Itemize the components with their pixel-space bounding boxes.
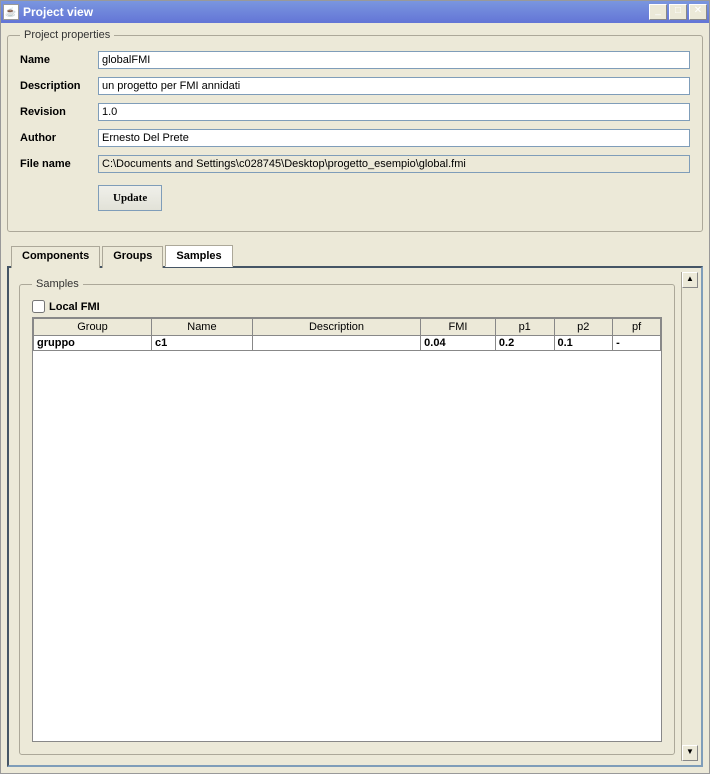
cell-group[interactable]: gruppo [34,336,152,351]
scroll-down-button[interactable]: ▼ [682,745,698,761]
close-button[interactable]: ✕ [689,4,707,20]
revision-input[interactable] [98,103,690,121]
tab-bar: Components Groups Samples [11,244,703,266]
col-pf[interactable]: pf [613,319,661,336]
maximize-button[interactable]: □ [669,4,687,20]
cell-description[interactable] [252,336,420,351]
local-fmi-checkbox[interactable] [32,300,45,313]
titlebar[interactable]: ☕ Project view _ □ ✕ [1,1,709,23]
revision-label: Revision [20,106,98,118]
minimize-button[interactable]: _ [649,4,667,20]
scroll-up-button[interactable]: ▲ [682,272,698,288]
tab-groups[interactable]: Groups [102,246,163,268]
col-group[interactable]: Group [34,319,152,336]
table-header-row: Group Name Description FMI p1 p2 pf [34,319,661,336]
author-label: Author [20,132,98,144]
content-area: Project properties Name Description Revi… [1,23,709,773]
table-empty-area [33,351,661,741]
table-row[interactable]: gruppo c1 0.04 0.2 0.1 - [34,336,661,351]
tab-panel: Samples Local FMI Group Name Description [7,266,703,767]
vertical-scrollbar[interactable]: ▲ ▼ [681,272,697,761]
samples-group: Samples Local FMI Group Name Description [19,278,675,755]
samples-table-container: Group Name Description FMI p1 p2 pf [32,317,662,742]
local-fmi-label: Local FMI [49,301,100,313]
cell-p2[interactable]: 0.1 [554,336,613,351]
description-input[interactable] [98,77,690,95]
samples-legend: Samples [32,278,83,290]
col-p1[interactable]: p1 [495,319,554,336]
project-properties-group: Project properties Name Description Revi… [7,29,703,232]
col-fmi[interactable]: FMI [421,319,496,336]
cell-fmi[interactable]: 0.04 [421,336,496,351]
scroll-track[interactable] [682,288,697,745]
samples-table: Group Name Description FMI p1 p2 pf [33,318,661,351]
col-p2[interactable]: p2 [554,319,613,336]
java-app-icon: ☕ [3,4,19,20]
col-description[interactable]: Description [252,319,420,336]
cell-p1[interactable]: 0.2 [495,336,554,351]
description-label: Description [20,80,98,92]
name-label: Name [20,54,98,66]
author-input[interactable] [98,129,690,147]
tab-components[interactable]: Components [11,246,100,268]
tab-samples[interactable]: Samples [165,245,232,267]
col-name[interactable]: Name [152,319,253,336]
window-title: Project view [23,5,649,19]
project-properties-legend: Project properties [20,29,114,41]
project-view-window: ☕ Project view _ □ ✕ Project properties … [0,0,710,774]
cell-name[interactable]: c1 [152,336,253,351]
cell-pf[interactable]: - [613,336,661,351]
filename-input [98,155,690,173]
name-input[interactable] [98,51,690,69]
update-button[interactable]: Update [98,185,162,211]
filename-label: File name [20,158,98,170]
